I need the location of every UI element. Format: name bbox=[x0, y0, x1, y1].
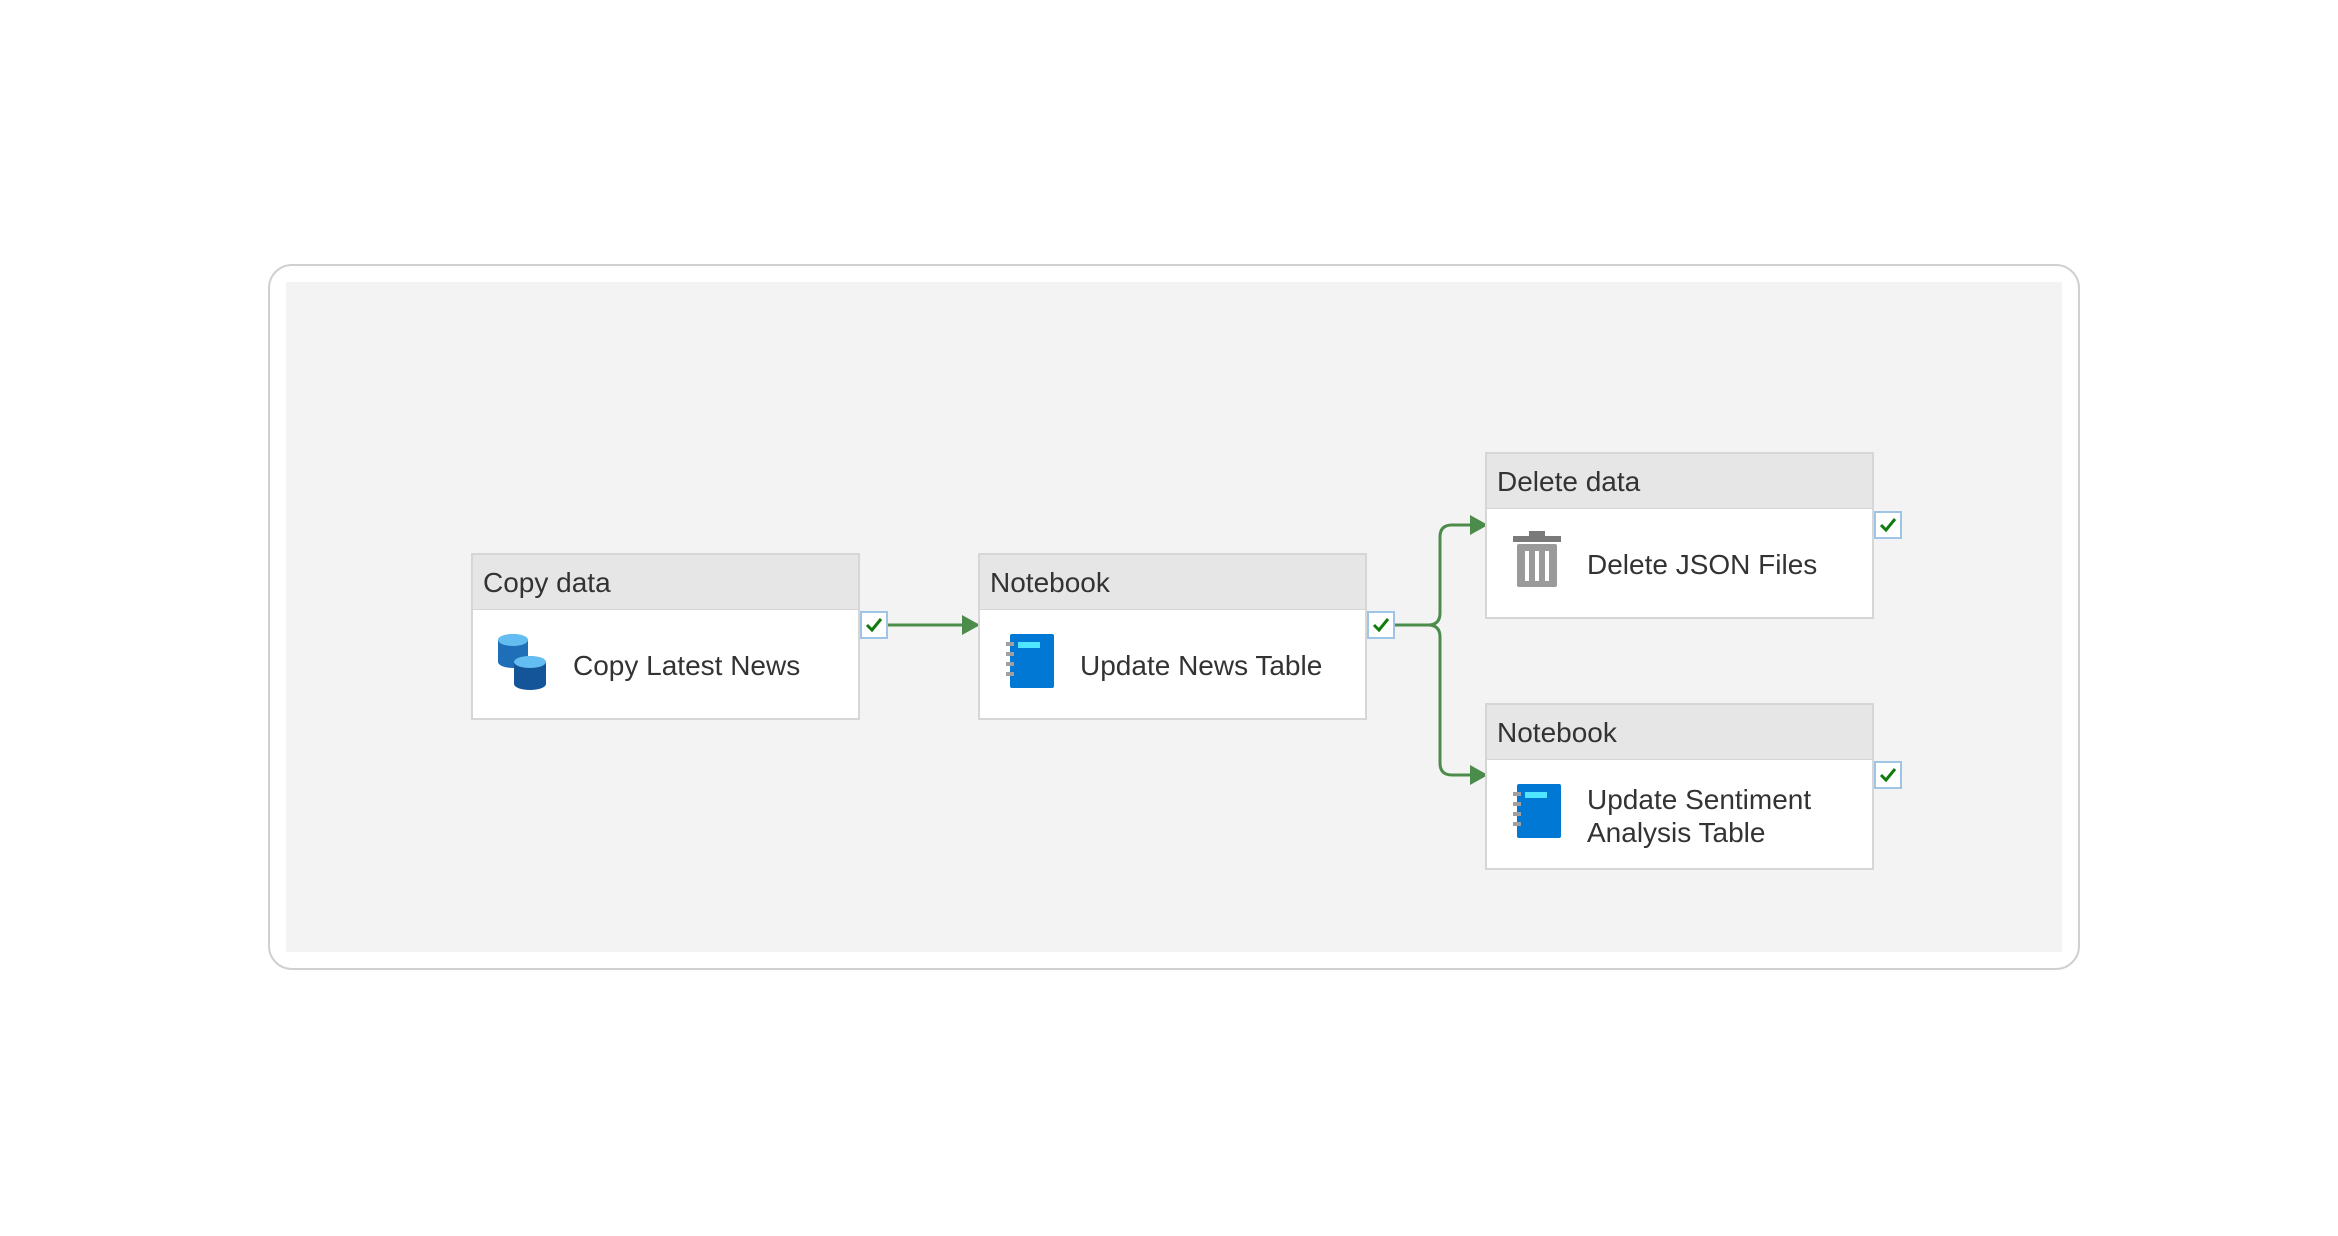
activity-name: Delete JSON Files bbox=[1587, 549, 1818, 580]
trash-icon bbox=[1511, 531, 1563, 589]
activity-name: Copy Latest News bbox=[573, 650, 801, 681]
checkmark-icon bbox=[1372, 618, 1390, 633]
checkmark-icon bbox=[1879, 768, 1897, 783]
success-checkbox-sentiment[interactable] bbox=[1874, 761, 1902, 789]
notebook-icon bbox=[1511, 782, 1563, 840]
activity-name: Update Sentiment Analysis Table bbox=[1587, 760, 1857, 871]
activity-update-news-table[interactable]: Notebook Update News Table bbox=[978, 553, 1367, 720]
activity-type-label: Copy data bbox=[473, 555, 858, 610]
activity-type-label: Delete data bbox=[1487, 454, 1872, 509]
database-copy-icon bbox=[497, 632, 549, 690]
checkmark-icon bbox=[865, 618, 883, 633]
success-checkbox-copy[interactable] bbox=[860, 611, 888, 639]
activity-delete-json-files[interactable]: Delete data Delete JSON Files bbox=[1485, 452, 1874, 619]
notebook-icon bbox=[1004, 632, 1056, 690]
activity-type-label: Notebook bbox=[980, 555, 1365, 610]
activity-name: Update News Table bbox=[1080, 650, 1323, 681]
activity-type-label: Notebook bbox=[1487, 705, 1872, 760]
activity-copy-latest-news[interactable]: Copy data Copy Latest News bbox=[471, 553, 860, 720]
checkmark-icon bbox=[1879, 518, 1897, 533]
activity-update-sentiment-analysis-table[interactable]: Notebook Update Sentiment Analysis Table bbox=[1485, 703, 1874, 870]
activity-name-line-1: Update Sentiment bbox=[1587, 783, 1812, 815]
success-checkbox-delete[interactable] bbox=[1874, 511, 1902, 539]
success-checkbox-notebook[interactable] bbox=[1367, 611, 1395, 639]
activity-name-line-2: Analysis Table bbox=[1587, 816, 1766, 848]
